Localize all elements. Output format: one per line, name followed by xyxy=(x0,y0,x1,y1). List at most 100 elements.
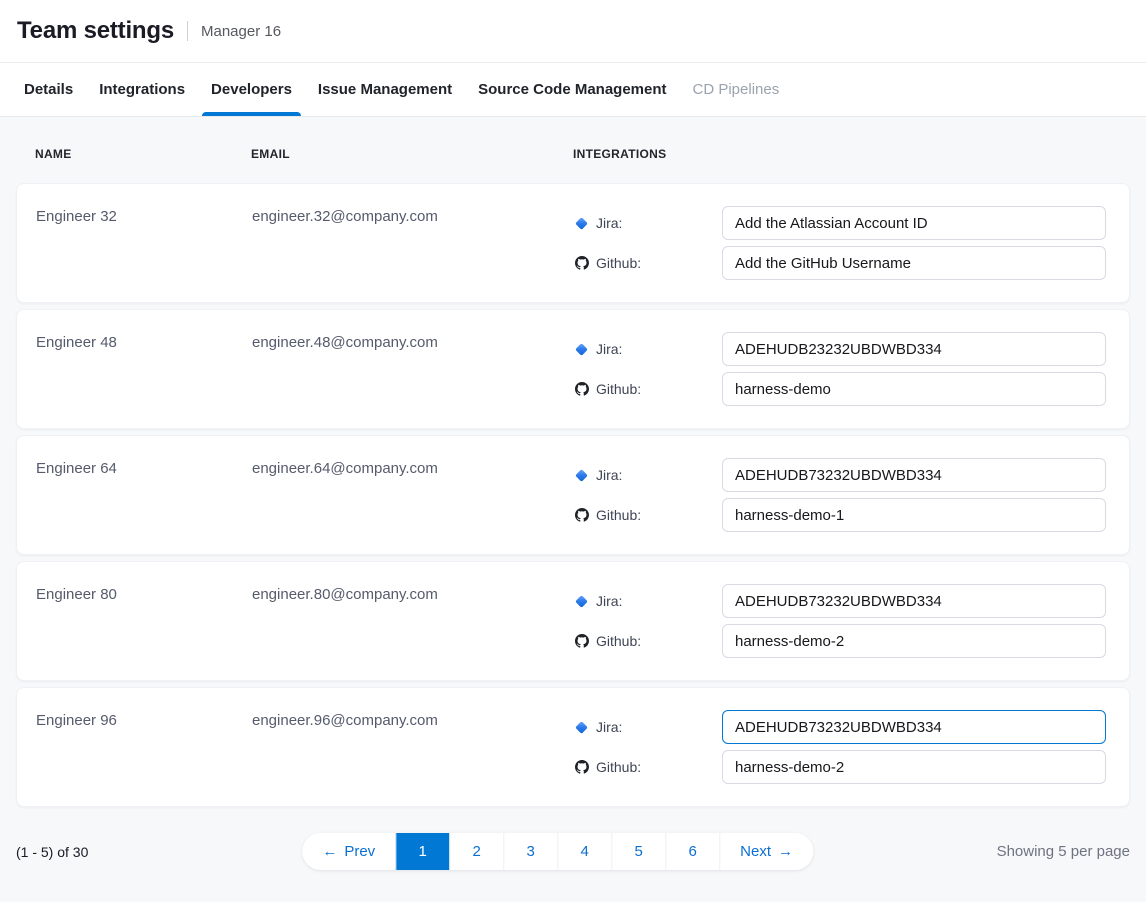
jira-icon xyxy=(574,720,589,735)
developer-email: engineer.32@company.com xyxy=(252,206,574,280)
github-icon xyxy=(574,634,589,649)
developer-email: engineer.48@company.com xyxy=(252,332,574,406)
page-title: Team settings xyxy=(17,17,174,45)
github-label-group: Github: xyxy=(574,507,722,523)
developer-email: engineer.96@company.com xyxy=(252,710,574,784)
jira-icon xyxy=(574,594,589,609)
page-2-button[interactable]: 2 xyxy=(449,833,503,870)
next-page-button[interactable]: Next → xyxy=(719,833,813,870)
github-integration-line: Github: xyxy=(574,246,1106,280)
github-label: Github: xyxy=(596,759,641,775)
github-icon xyxy=(574,256,589,271)
integrations-cell: Jira: Github: xyxy=(574,332,1106,406)
developers-panel: NAME EMAIL INTEGRATIONS Engineer 32 engi… xyxy=(0,117,1146,902)
jira-icon xyxy=(574,216,589,231)
developer-rows: Engineer 32 engineer.32@company.com Jira… xyxy=(16,183,1130,807)
page-5-button[interactable]: 5 xyxy=(611,833,665,870)
github-integration-line: Github: xyxy=(574,372,1106,406)
jira-integration-line: Jira: xyxy=(574,458,1106,492)
developer-row: Engineer 48 engineer.48@company.com Jira… xyxy=(16,309,1130,429)
tab-issue-management[interactable]: Issue Management xyxy=(318,63,452,116)
github-username-input[interactable] xyxy=(722,624,1106,658)
integrations-cell: Jira: Github: xyxy=(574,710,1106,784)
jira-integration-line: Jira: xyxy=(574,206,1106,240)
page-subtitle: Manager 16 xyxy=(201,23,281,40)
github-label-group: Github: xyxy=(574,759,722,775)
pagination: ← Prev 123456 Next → xyxy=(302,833,813,870)
integrations-cell: Jira: Github: xyxy=(574,458,1106,532)
developer-name: Engineer 32 xyxy=(36,206,252,280)
github-icon xyxy=(574,508,589,523)
jira-label-group: Jira: xyxy=(574,467,722,483)
github-integration-line: Github: xyxy=(574,498,1106,532)
jira-integration-line: Jira: xyxy=(574,710,1106,744)
jira-account-id-input[interactable] xyxy=(722,458,1106,492)
jira-label-group: Jira: xyxy=(574,215,722,231)
table-header-row: NAME EMAIL INTEGRATIONS xyxy=(16,117,1130,183)
jira-label: Jira: xyxy=(596,467,622,483)
github-icon xyxy=(574,760,589,775)
developer-row: Engineer 96 engineer.96@company.com Jira… xyxy=(16,687,1130,807)
github-username-input[interactable] xyxy=(722,750,1106,784)
jira-account-id-input[interactable] xyxy=(722,710,1106,744)
left-arrow-icon: ← xyxy=(322,843,337,860)
github-username-input[interactable] xyxy=(722,246,1106,280)
jira-account-id-input[interactable] xyxy=(722,332,1106,366)
jira-integration-line: Jira: xyxy=(574,332,1106,366)
developer-email: engineer.64@company.com xyxy=(252,458,574,532)
jira-account-id-input[interactable] xyxy=(722,206,1106,240)
github-label: Github: xyxy=(596,381,641,397)
jira-label: Jira: xyxy=(596,215,622,231)
pagination-range: (1 - 5) of 30 xyxy=(16,844,88,860)
tab-details[interactable]: Details xyxy=(24,63,73,116)
page-3-button[interactable]: 3 xyxy=(503,833,557,870)
right-arrow-icon: → xyxy=(778,843,793,860)
github-label-group: Github: xyxy=(574,255,722,271)
github-label: Github: xyxy=(596,633,641,649)
prev-label: Prev xyxy=(344,843,375,860)
jira-label: Jira: xyxy=(596,341,622,357)
integrations-cell: Jira: Github: xyxy=(574,206,1106,280)
developer-row: Engineer 80 engineer.80@company.com Jira… xyxy=(16,561,1130,681)
tab-cd-pipelines: CD Pipelines xyxy=(693,63,780,116)
integrations-cell: Jira: Github: xyxy=(574,584,1106,658)
tab-integrations[interactable]: Integrations xyxy=(99,63,185,116)
jira-label-group: Jira: xyxy=(574,593,722,609)
next-label: Next xyxy=(740,843,771,860)
developer-name: Engineer 48 xyxy=(36,332,252,406)
developer-name: Engineer 64 xyxy=(36,458,252,532)
github-username-input[interactable] xyxy=(722,372,1106,406)
jira-integration-line: Jira: xyxy=(574,584,1106,618)
jira-icon xyxy=(574,342,589,357)
jira-account-id-input[interactable] xyxy=(722,584,1106,618)
github-label-group: Github: xyxy=(574,381,722,397)
jira-label-group: Jira: xyxy=(574,341,722,357)
page-4-button[interactable]: 4 xyxy=(557,833,611,870)
developer-email: engineer.80@company.com xyxy=(252,584,574,658)
tab-bar: Details Integrations Developers Issue Ma… xyxy=(0,63,1146,117)
tab-source-code-management[interactable]: Source Code Management xyxy=(478,63,666,116)
github-label: Github: xyxy=(596,255,641,271)
github-label-group: Github: xyxy=(574,633,722,649)
title-divider xyxy=(187,21,188,41)
jira-label: Jira: xyxy=(596,719,622,735)
jira-label-group: Jira: xyxy=(574,719,722,735)
page-header: Team settings Manager 16 xyxy=(0,0,1146,63)
jira-label: Jira: xyxy=(596,593,622,609)
developer-name: Engineer 80 xyxy=(36,584,252,658)
page-1-button[interactable]: 1 xyxy=(395,833,449,870)
developer-row: Engineer 32 engineer.32@company.com Jira… xyxy=(16,183,1130,303)
github-username-input[interactable] xyxy=(722,498,1106,532)
prev-page-button[interactable]: ← Prev xyxy=(302,833,395,870)
column-header-email: EMAIL xyxy=(251,147,573,161)
tab-developers[interactable]: Developers xyxy=(211,63,292,116)
developer-row: Engineer 64 engineer.64@company.com Jira… xyxy=(16,435,1130,555)
per-page-text: Showing 5 per page xyxy=(997,843,1130,860)
developer-name: Engineer 96 xyxy=(36,710,252,784)
column-header-name: NAME xyxy=(35,147,251,161)
page-6-button[interactable]: 6 xyxy=(665,833,719,870)
column-header-integrations: INTEGRATIONS xyxy=(573,147,1107,161)
github-integration-line: Github: xyxy=(574,624,1106,658)
github-label: Github: xyxy=(596,507,641,523)
jira-icon xyxy=(574,468,589,483)
